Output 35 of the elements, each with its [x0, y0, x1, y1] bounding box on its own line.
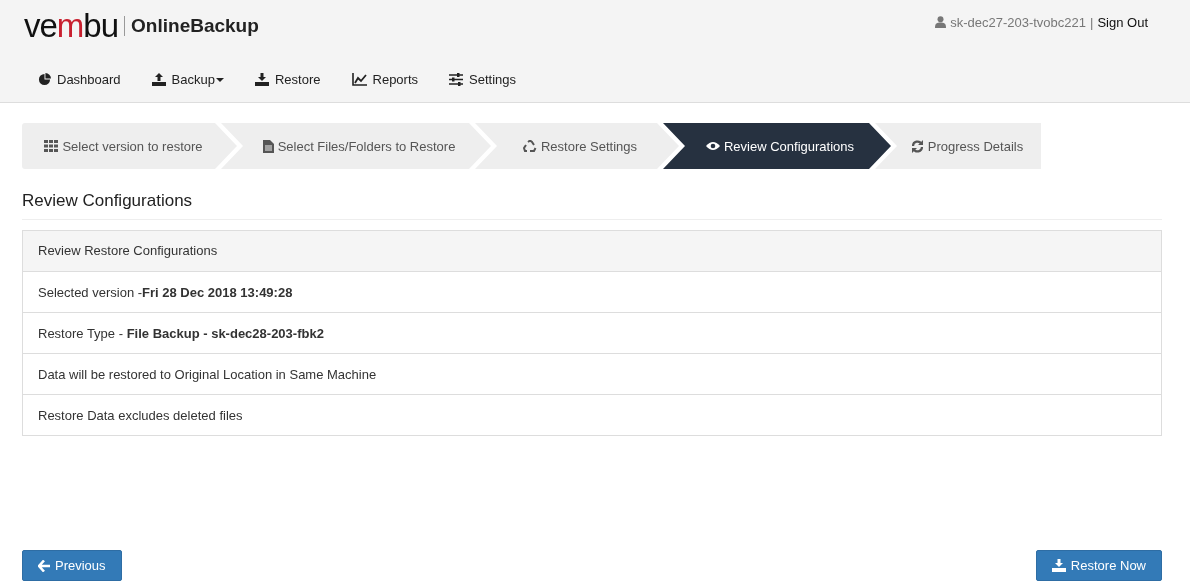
nav-item[interactable]: Reports — [351, 72, 419, 87]
section-title: Review Configurations — [22, 191, 1162, 220]
configuration-row: Data will be restored to Original Location in Same Machine — [23, 354, 1161, 395]
restore-now-button[interactable]: Restore Now — [1035, 550, 1162, 581]
configuration-row: Selected version -Fri 28 Dec 2018 13:49:28 — [23, 272, 1161, 313]
user-icon — [935, 16, 947, 28]
previous-button[interactable]: Previous — [22, 550, 122, 581]
wizard-step[interactable]: Progress Details — [875, 123, 1041, 169]
refresh-icon — [910, 139, 924, 153]
upload-icon — [151, 73, 166, 86]
line-chart-icon — [351, 73, 367, 86]
wizard-step[interactable]: Review Configurations — [663, 123, 891, 169]
wizard-step[interactable]: Restore Settings — [475, 123, 679, 169]
nav-item[interactable]: Restore — [255, 72, 321, 87]
wizard-step[interactable]: Select Files/Folders to Restore — [221, 123, 491, 169]
eye-icon — [705, 141, 720, 151]
wizard-step[interactable]: Select version to restore — [22, 123, 237, 169]
sliders-icon — [449, 73, 464, 86]
vembu-logo: vembu OnlineBackup — [24, 10, 259, 42]
configuration-row: Restore Type - File Backup - sk-dec28-203-fbk2 — [23, 313, 1161, 354]
nav-item[interactable]: Settings — [449, 72, 517, 87]
document-icon — [262, 139, 274, 153]
nav-item[interactable]: Backup — [151, 72, 224, 87]
grid-icon — [44, 140, 59, 152]
nav-item[interactable]: Dashboard — [38, 72, 121, 87]
recycle-icon — [522, 139, 537, 153]
panel-heading: Review Restore Configurations — [23, 231, 1161, 272]
user-name: sk-dec27-203-tvobc221 — [950, 14, 1086, 30]
download-icon — [255, 73, 269, 86]
sign-out-link[interactable]: Sign Out — [1097, 14, 1148, 30]
pie-chart-icon — [38, 73, 51, 86]
download-icon — [1051, 559, 1066, 572]
left-arrow-icon — [38, 559, 50, 572]
configuration-row-text: Restore Data excludes deleted files — [37, 406, 244, 425]
separator: | — [1090, 14, 1094, 30]
